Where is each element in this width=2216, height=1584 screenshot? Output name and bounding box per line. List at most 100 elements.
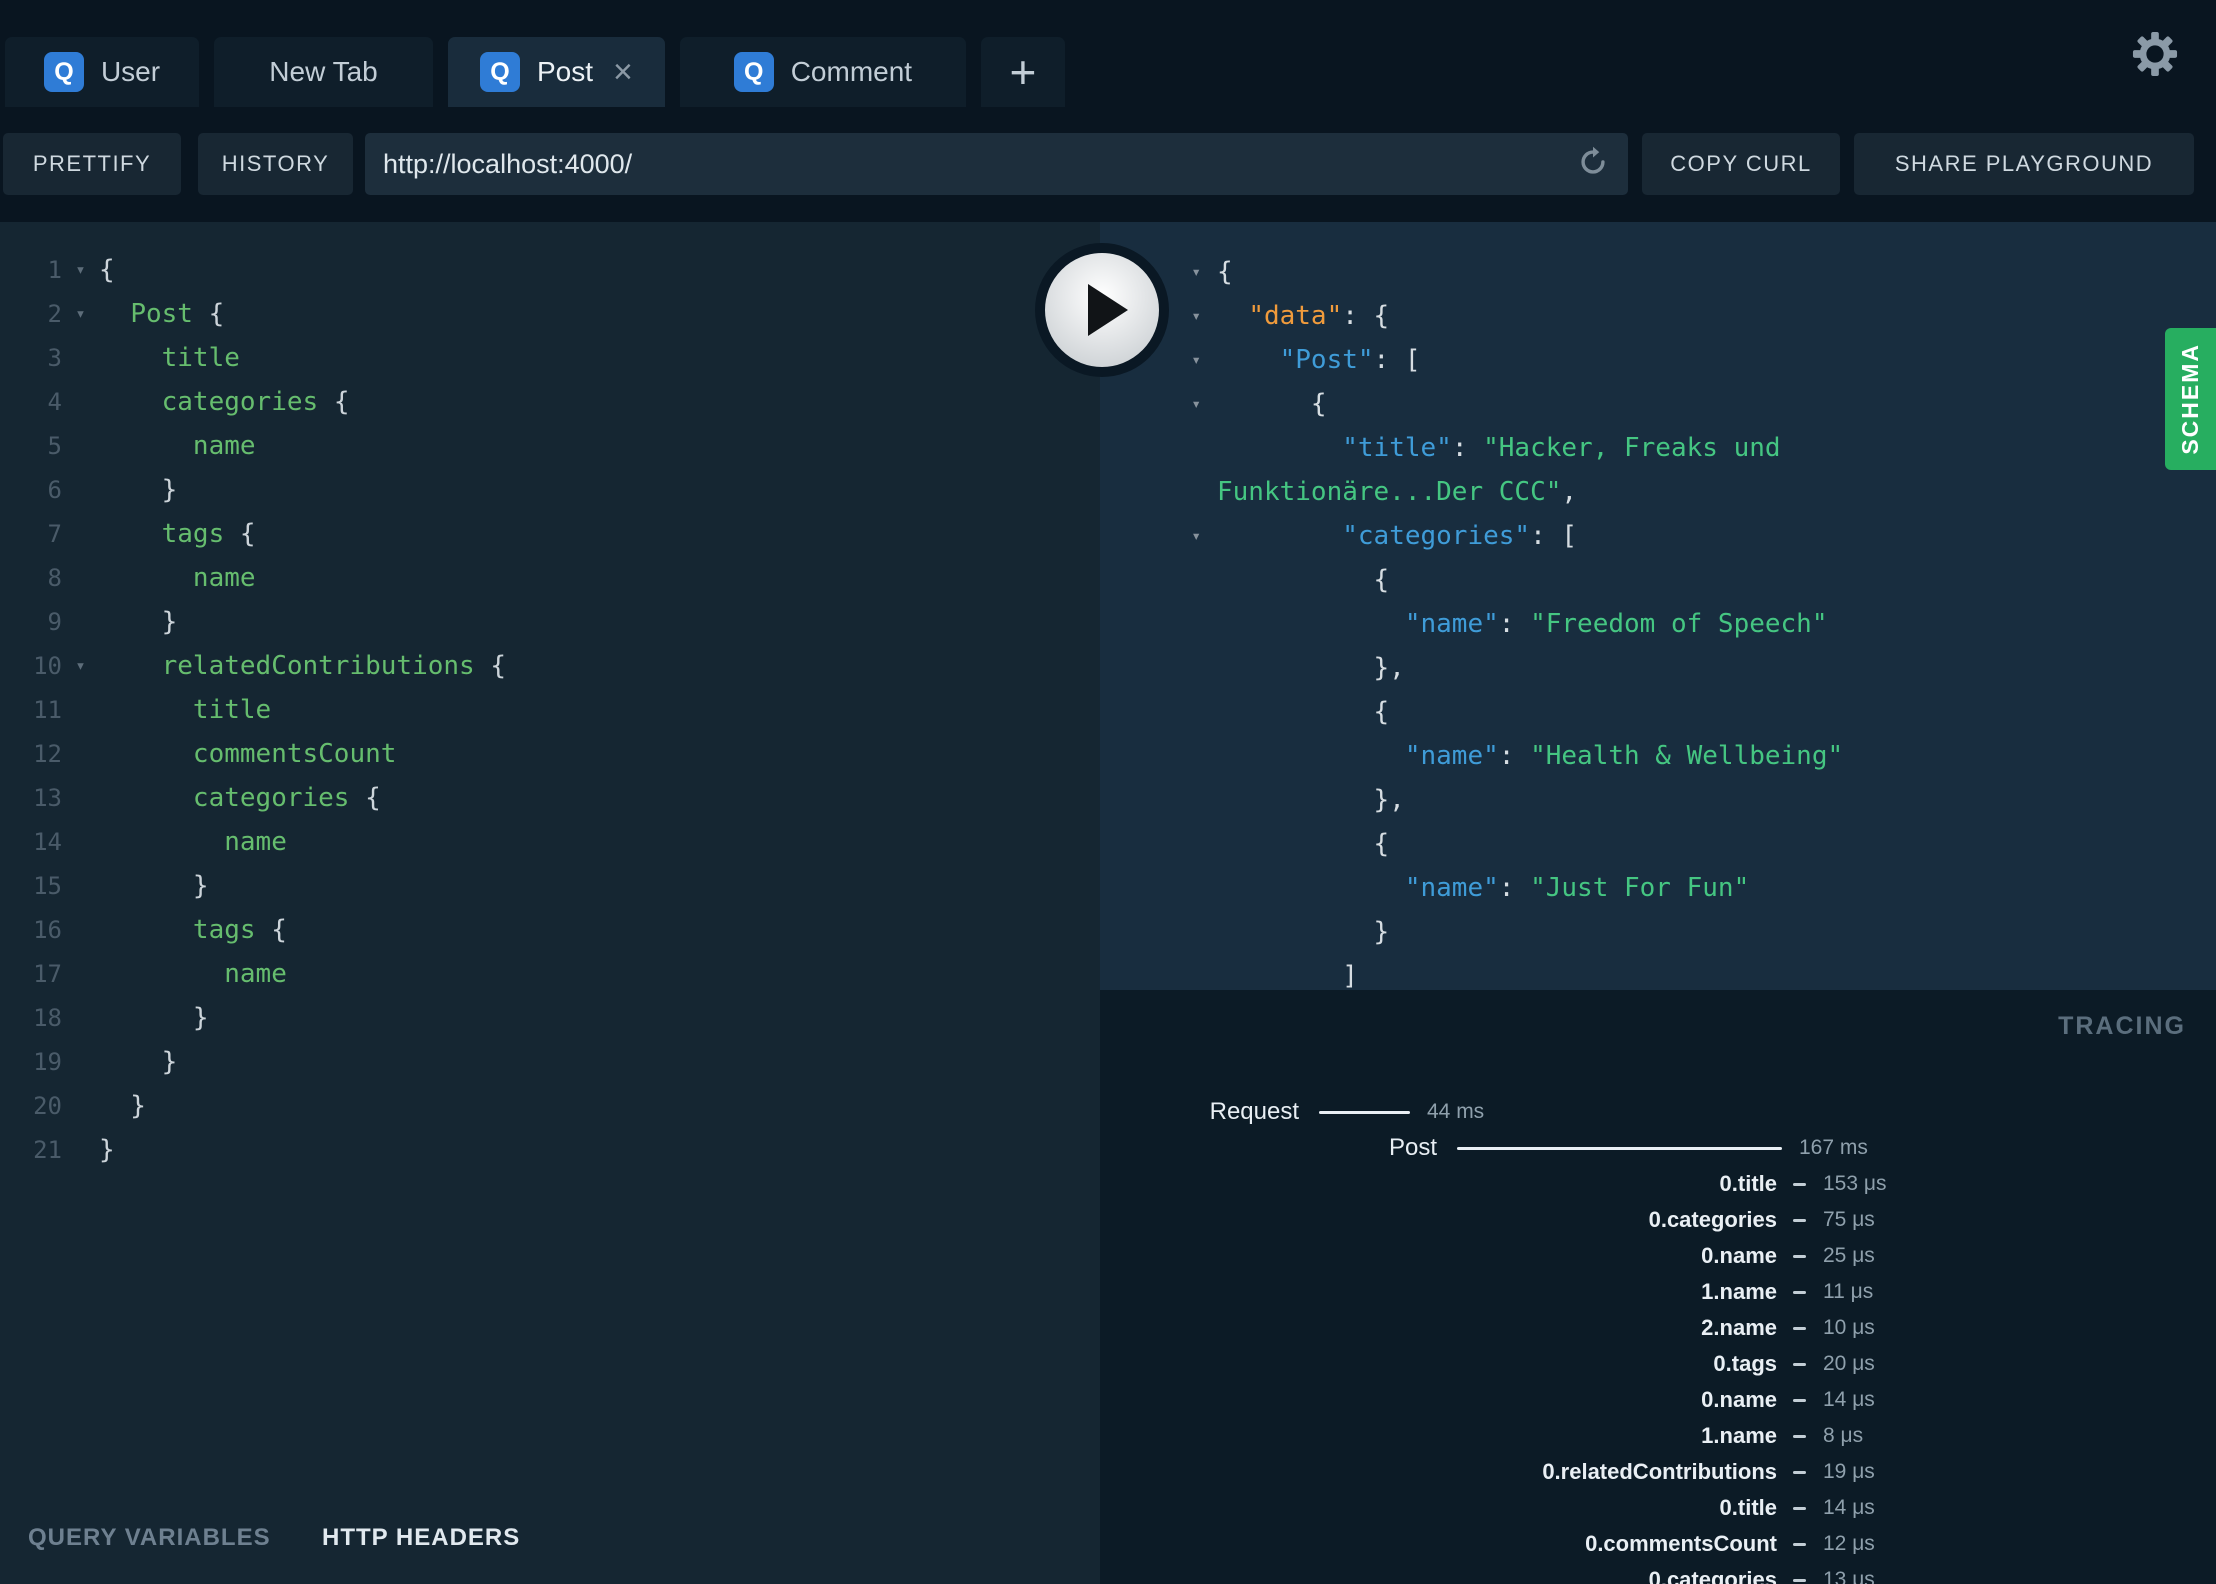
query-code-text: tags { [161,519,256,549]
response-code-text: }, [1217,653,1405,683]
tab-post-active[interactable]: Q Post × [448,37,665,107]
share-playground-button[interactable]: SHARE PLAYGROUND [1854,133,2194,195]
query-editor-line[interactable]: 14 name [0,820,1100,864]
response-line: }, [1100,778,2216,822]
endpoint-url-box[interactable] [365,133,1628,195]
response-line: }, [1100,646,2216,690]
query-editor-line[interactable]: 1 ▾{ [0,248,1100,292]
tracing-row: 2.name 10 μs [1100,1310,2216,1346]
endpoint-url-input[interactable] [383,148,1564,180]
query-editor-line[interactable]: 15 } [0,864,1100,908]
query-editor-line[interactable]: 3 title [0,336,1100,380]
schema-side-tab[interactable]: SCHEMA [2165,328,2216,470]
response-json-lines: ▾{▾ "data": {▾ "Post": [▾ { "title": "Ha… [1100,222,2216,990]
fold-arrow-slot [62,1084,99,1128]
tracing-label: 0.title [1719,1495,1777,1520]
fold-arrow-slot [1100,558,1217,602]
query-editor-line[interactable]: 9 } [0,600,1100,644]
line-number: 20 [33,1092,62,1120]
response-line: ▾ "data": { [1100,294,2216,338]
fold-arrow-slot [62,380,99,424]
fold-arrow-icon[interactable]: ▾ [62,292,99,336]
fold-arrow-icon[interactable]: ▾ [62,644,99,688]
tracing-label: 0.tags [1713,1351,1777,1376]
tracing-duration-bar [1793,1470,1806,1474]
tracing-label: 0.commentsCount [1585,1531,1777,1556]
tracing-row: 0.categories 13 μs [1100,1562,2216,1584]
query-editor-line[interactable]: 12 commentsCount [0,732,1100,776]
prettify-button[interactable]: PRETTIFY [3,133,181,195]
query-code-text: title [161,343,240,373]
line-number: 7 [47,520,62,548]
tracing-row: Request 44 ms [1100,1094,2216,1130]
fold-arrow-icon[interactable]: ▾ [1100,514,1217,558]
response-line: { [1100,822,2216,866]
query-editor-line[interactable]: 19 } [0,1040,1100,1084]
tracing-label: 2.name [1701,1315,1777,1340]
tracing-duration-bar [1793,1578,1806,1582]
line-number: 6 [47,476,62,504]
fold-arrow-slot [1100,778,1217,822]
response-line: Funktionäre...Der CCC", [1100,470,2216,514]
tab-label: Post [537,56,594,87]
tab-user[interactable]: Q User [5,37,199,107]
tracing-duration-bar [1793,1218,1806,1222]
response-line: ▾ "categories": [ [1100,514,2216,558]
query-editor-line[interactable]: 16 tags { [0,908,1100,952]
query-editor-line[interactable]: 10 ▾ relatedContributions { [0,644,1100,688]
query-badge-icon: Q [43,52,84,92]
execute-query-button[interactable] [1035,243,1169,377]
query-code-text: tags { [192,915,287,945]
fold-arrow-slot [1100,822,1217,866]
tracing-row: 0.relatedContributions 19 μs [1100,1454,2216,1490]
tracing-row: 0.name 25 μs [1100,1238,2216,1274]
line-number: 16 [33,916,62,944]
history-button[interactable]: HISTORY [198,133,353,195]
http-headers-tab[interactable]: HTTP HEADERS [322,1524,520,1552]
query-editor-line[interactable]: 21} [0,1128,1100,1172]
tracing-row: 0.title 14 μs [1100,1490,2216,1526]
query-editor-line[interactable]: 2 ▾ Post { [0,292,1100,336]
fold-arrow-slot [62,556,99,600]
fold-arrow-slot [62,336,99,380]
tracing-time: 75 μs [1823,1208,1875,1231]
line-number: 15 [33,872,62,900]
tracing-row: 1.name 8 μs [1100,1418,2216,1454]
query-editor-line[interactable]: 18 } [0,996,1100,1040]
query-code-text: categories { [192,783,381,813]
response-code-text: "data": { [1248,301,1390,331]
tracing-time: 14 μs [1823,1388,1875,1411]
reload-icon[interactable] [1576,145,1610,184]
query-code-text: name [224,959,287,989]
query-editor-line[interactable]: 5 name [0,424,1100,468]
fold-arrow-icon[interactable]: ▾ [62,248,99,292]
tab-comment[interactable]: Q Comment [679,37,966,107]
response-code-text: { [1217,697,1390,727]
query-editor-line[interactable]: 8 name [0,556,1100,600]
query-editor-line[interactable]: 13 categories { [0,776,1100,820]
tracing-duration-bar [1793,1182,1806,1186]
query-editor-line[interactable]: 7 tags { [0,512,1100,556]
add-tab-button[interactable]: + [980,37,1065,107]
fold-arrow-icon[interactable]: ▾ [1100,382,1217,426]
tracing-row: 1.name 11 μs [1100,1274,2216,1310]
tracing-label: 0.title [1719,1171,1777,1196]
close-icon[interactable]: × [613,55,633,89]
fold-arrow-slot [1100,470,1217,514]
query-editor-line[interactable]: 4 categories { [0,380,1100,424]
query-editor-line[interactable]: 17 name [0,952,1100,996]
query-editor-line[interactable]: 11 title [0,688,1100,732]
query-variables-tab[interactable]: QUERY VARIABLES [28,1524,271,1552]
gear-icon[interactable] [2132,31,2178,82]
tab-new-tab[interactable]: New Tab [214,37,433,107]
query-editor-line[interactable]: 20 } [0,1084,1100,1128]
query-editor-line[interactable]: 6 } [0,468,1100,512]
tracing-row: 0.name 14 μs [1100,1382,2216,1418]
query-editor-pane[interactable]: 1 ▾{2 ▾ Post {3 title 4 categories {5 name 6… [0,222,1100,1584]
tracing-time: 11 μs [1823,1280,1874,1303]
fold-arrow-slot [62,1040,99,1084]
tracing-time: 13 μs [1823,1568,1875,1584]
fold-arrow-slot [62,468,99,512]
copy-curl-button[interactable]: COPY CURL [1642,133,1840,195]
query-code-text: name [192,431,256,461]
